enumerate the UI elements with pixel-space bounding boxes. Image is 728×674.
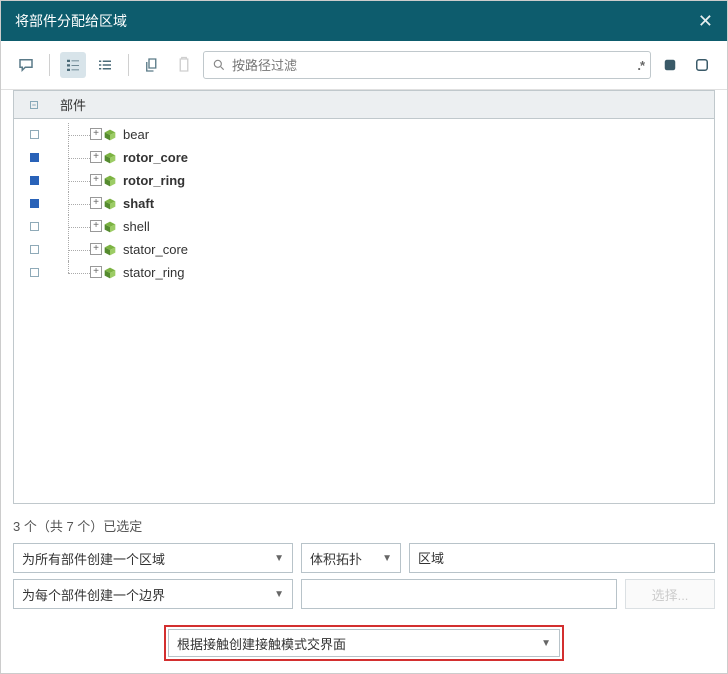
separator bbox=[128, 54, 129, 76]
topology-select[interactable]: 体积拓扑 ▼ bbox=[301, 543, 401, 573]
part-label: rotor_core bbox=[123, 150, 188, 165]
chevron-down-icon: ▼ bbox=[274, 553, 284, 564]
part-icon bbox=[102, 220, 118, 234]
row-checkbox[interactable] bbox=[14, 153, 54, 162]
tree-row[interactable]: + shell bbox=[14, 215, 714, 238]
square-filled-icon[interactable] bbox=[657, 52, 683, 78]
interface-mode-label: 根据接触创建接触模式交界面 bbox=[177, 634, 346, 653]
choose-button: 选择... bbox=[625, 579, 715, 609]
expand-icon[interactable]: + bbox=[90, 151, 102, 163]
assign-parts-dialog: 将部件分配给区域 ✕ .* 部件 + bear + rotor_core + rotor_… bbox=[0, 0, 728, 674]
tree-line: + bbox=[54, 215, 102, 238]
row-checkbox[interactable] bbox=[14, 222, 54, 231]
tree-line: + bbox=[54, 123, 102, 146]
part-icon bbox=[102, 174, 118, 188]
tree-row[interactable]: + bear bbox=[14, 123, 714, 146]
part-icon bbox=[102, 266, 118, 280]
expand-icon[interactable]: + bbox=[90, 266, 102, 278]
part-label: bear bbox=[123, 127, 149, 142]
region-name-input[interactable]: 区域 bbox=[409, 543, 715, 573]
part-name[interactable]: shaft bbox=[102, 196, 154, 211]
part-icon bbox=[102, 197, 118, 211]
topology-label: 体积拓扑 bbox=[310, 549, 362, 568]
paste-icon bbox=[171, 52, 197, 78]
selection-status: 3 个（共 7 个）已选定 bbox=[1, 512, 727, 543]
separator bbox=[49, 54, 50, 76]
tree-line: + bbox=[54, 169, 102, 192]
part-label: stator_core bbox=[123, 242, 188, 257]
tree-row[interactable]: + stator_ring bbox=[14, 261, 714, 284]
search-input[interactable] bbox=[232, 58, 642, 73]
dialog-title: 将部件分配给区域 bbox=[15, 11, 127, 31]
choose-button-label: 选择... bbox=[652, 585, 689, 604]
expand-icon[interactable]: + bbox=[90, 220, 102, 232]
part-icon bbox=[102, 151, 118, 165]
tree-line: + bbox=[54, 192, 102, 215]
region-mode-select[interactable]: 为所有部件创建一个区域 ▼ bbox=[13, 543, 293, 573]
boundary-name-input[interactable] bbox=[301, 579, 617, 609]
toolbar: .* bbox=[1, 41, 727, 90]
interface-form-row: 根据接触创建接触模式交界面 ▼ bbox=[1, 619, 727, 673]
part-label: stator_ring bbox=[123, 265, 184, 280]
collapse-icon[interactable] bbox=[27, 98, 41, 112]
expand-icon[interactable]: + bbox=[90, 174, 102, 186]
tree-row[interactable]: + shaft bbox=[14, 192, 714, 215]
expand-icon[interactable]: + bbox=[90, 243, 102, 255]
part-label: shell bbox=[123, 219, 150, 234]
part-name[interactable]: stator_ring bbox=[102, 265, 184, 280]
interface-mode-select[interactable]: 根据接触创建接触模式交界面 ▼ bbox=[168, 629, 560, 657]
tree-row[interactable]: + rotor_ring bbox=[14, 169, 714, 192]
wildcard-icon[interactable]: .* bbox=[637, 58, 644, 73]
row-checkbox[interactable] bbox=[14, 245, 54, 254]
chevron-down-icon: ▼ bbox=[541, 638, 551, 649]
part-name[interactable]: bear bbox=[102, 127, 149, 142]
part-label: shaft bbox=[123, 196, 154, 211]
tree-line: + bbox=[54, 238, 102, 261]
list-icon[interactable] bbox=[92, 52, 118, 78]
tree-line: + bbox=[54, 261, 102, 284]
boundary-mode-label: 为每个部件创建一个边界 bbox=[22, 585, 165, 604]
tree-row[interactable]: + rotor_core bbox=[14, 146, 714, 169]
part-name[interactable]: rotor_ring bbox=[102, 173, 185, 188]
chevron-down-icon: ▼ bbox=[274, 589, 284, 600]
tree-line: + bbox=[54, 146, 102, 169]
part-name[interactable]: shell bbox=[102, 219, 150, 234]
highlighted-frame: 根据接触创建接触模式交界面 ▼ bbox=[164, 625, 564, 661]
expand-icon[interactable]: + bbox=[90, 128, 102, 140]
region-name-value: 区域 bbox=[418, 551, 444, 566]
part-icon bbox=[102, 243, 118, 257]
square-outline-icon[interactable] bbox=[689, 52, 715, 78]
boundary-form-row: 为每个部件创建一个边界 ▼ 选择... bbox=[1, 579, 727, 619]
tree-header-label: 部件 bbox=[54, 95, 86, 114]
boundary-mode-select[interactable]: 为每个部件创建一个边界 ▼ bbox=[13, 579, 293, 609]
parts-tree: 部件 + bear + rotor_core + rotor_ring + shaft + she… bbox=[13, 90, 715, 504]
part-label: rotor_ring bbox=[123, 173, 185, 188]
search-icon bbox=[212, 58, 226, 72]
region-mode-label: 为所有部件创建一个区域 bbox=[22, 549, 165, 568]
comment-icon[interactable] bbox=[13, 52, 39, 78]
row-checkbox[interactable] bbox=[14, 176, 54, 185]
chevron-down-icon: ▼ bbox=[382, 553, 392, 564]
row-checkbox[interactable] bbox=[14, 130, 54, 139]
copy-icon[interactable] bbox=[139, 52, 165, 78]
region-form-row: 为所有部件创建一个区域 ▼ 体积拓扑 ▼ 区域 bbox=[1, 543, 727, 579]
part-name[interactable]: rotor_core bbox=[102, 150, 188, 165]
close-icon[interactable]: ✕ bbox=[698, 12, 713, 30]
row-checkbox[interactable] bbox=[14, 268, 54, 277]
tree-row[interactable]: + stator_core bbox=[14, 238, 714, 261]
row-checkbox[interactable] bbox=[14, 199, 54, 208]
part-name[interactable]: stator_core bbox=[102, 242, 188, 257]
list-tree-icon[interactable] bbox=[60, 52, 86, 78]
expand-icon[interactable]: + bbox=[90, 197, 102, 209]
search-field[interactable]: .* bbox=[203, 51, 651, 79]
part-icon bbox=[102, 128, 118, 142]
tree-header[interactable]: 部件 bbox=[14, 91, 714, 119]
titlebar: 将部件分配给区域 ✕ bbox=[1, 1, 727, 41]
